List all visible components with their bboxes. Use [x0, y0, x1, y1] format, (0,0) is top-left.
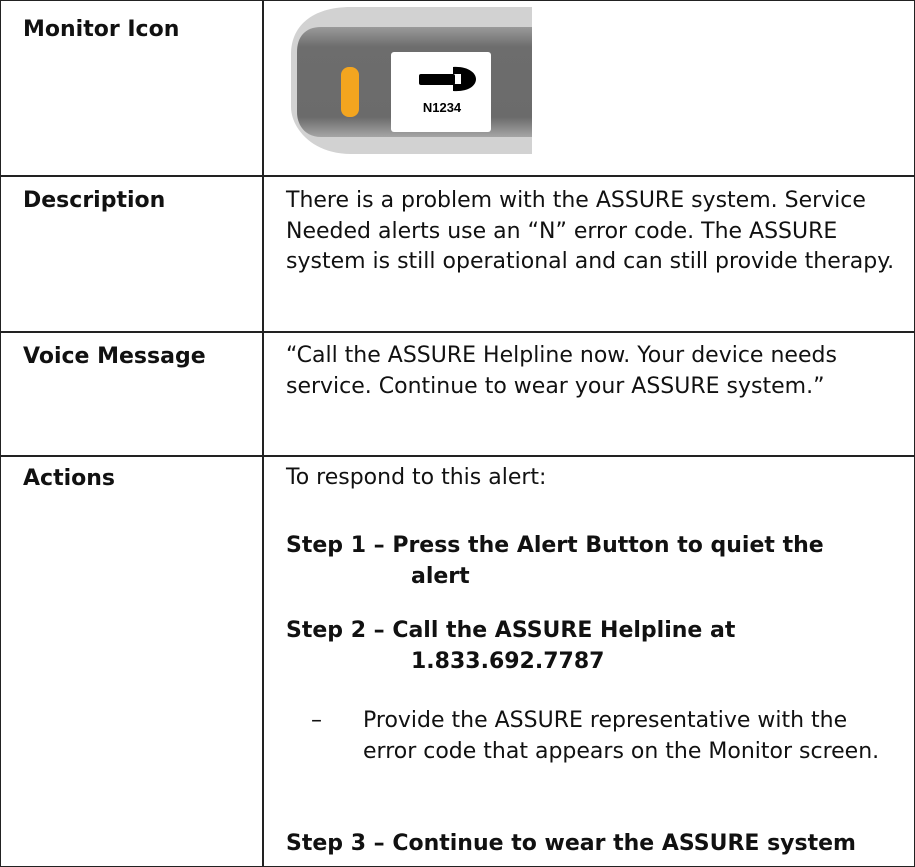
step-2-line-2: 1.833.692.7787 [411, 649, 605, 674]
step-1-line-2: alert [411, 564, 470, 589]
actions-intro: To respond to this alert: [286, 465, 547, 490]
bullet-text: Provide the ASSURE representative with t… [363, 708, 880, 764]
step-2: Step 2 – Call the ASSURE Helpline at 1.8… [286, 615, 896, 677]
description-label: Description [23, 188, 166, 213]
step-3: Step 3 – Continue to wear the ASSURE sys… [286, 831, 856, 856]
step-1: Step 1 – Press the Alert Button to quiet… [286, 530, 896, 592]
indicator-light [341, 67, 359, 117]
row-divider [1, 455, 914, 457]
row-divider [1, 175, 914, 177]
alert-table: Monitor Icon N1234 Description There is … [0, 0, 915, 867]
monitor-icon-label: Monitor Icon [23, 17, 180, 42]
row-divider [1, 331, 914, 333]
voice-message-text: “Call the ASSURE Helpline now. Your devi… [286, 343, 837, 399]
monitor-device-image: N1234 [291, 7, 532, 154]
step-2-line-1: Step 2 – Call the ASSURE Helpline at [286, 618, 736, 643]
column-divider [262, 1, 264, 866]
step-1-line-1: Step 1 – Press the Alert Button to quiet… [286, 533, 824, 558]
device-error-code: N1234 [423, 100, 462, 115]
monitor-screen [391, 52, 491, 132]
bullet-dash: – [311, 708, 322, 733]
description-text: There is a problem with the ASSURE syste… [286, 188, 895, 274]
voice-message-label: Voice Message [23, 344, 206, 369]
actions-label: Actions [23, 466, 115, 491]
